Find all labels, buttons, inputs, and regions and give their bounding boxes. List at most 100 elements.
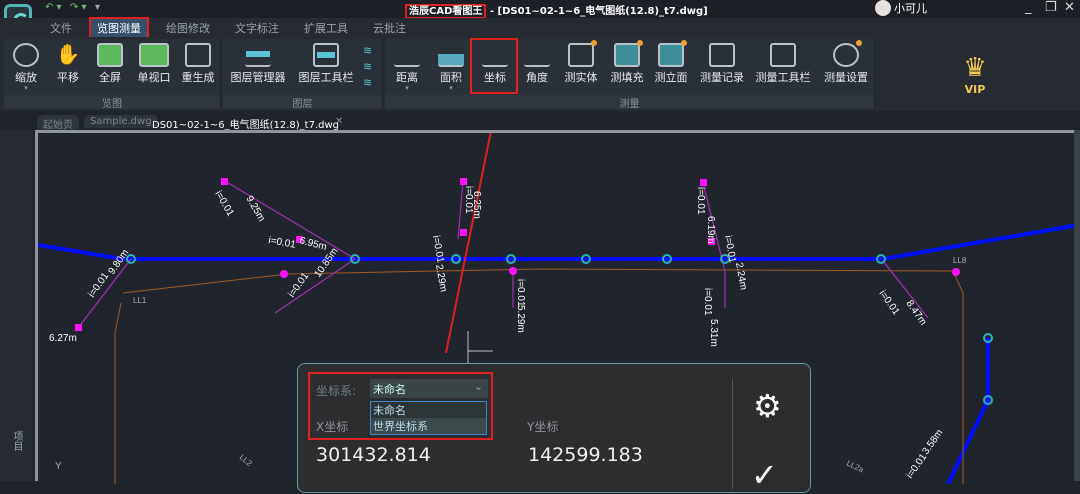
project-tab[interactable]: 项目 — [9, 431, 24, 451]
drawing-label: i=0.01 — [515, 279, 526, 307]
customize-icon[interactable]: ▾ — [95, 2, 100, 13]
drawing-label: LL8 — [953, 256, 967, 265]
layer-toolbar-button[interactable]: 图层工具栏 — [293, 41, 359, 85]
coordinate-system-select[interactable]: 未命名 ⌄ — [370, 379, 488, 398]
measure-toolbar-button[interactable]: 测量工具栏 — [753, 41, 813, 85]
menu-draw-modify[interactable]: 绘图修改 — [160, 19, 216, 37]
gear-icon — [833, 40, 862, 67]
menu-ext-tools[interactable]: 扩展工具 — [298, 19, 354, 37]
single-viewport-button[interactable]: 单视口 — [132, 41, 176, 85]
measure-hatch-button[interactable]: 测填充 — [605, 40, 649, 85]
regen-button[interactable]: 重生成 — [176, 41, 220, 85]
layer-manager-button[interactable]: 图层管理器 — [225, 41, 291, 85]
highlight-box — [470, 38, 518, 94]
coordinate-system-label: 坐标系: — [316, 384, 357, 398]
hand-icon: ✋ — [55, 42, 81, 66]
avatar — [875, 0, 891, 16]
hatch-icon — [614, 40, 643, 67]
option-world-ucs[interactable]: 世界坐标系 — [371, 418, 486, 434]
vip-label: VIP — [964, 83, 986, 96]
menu-cloud-annotate[interactable]: 云批注 — [367, 19, 412, 37]
close-tab-icon[interactable]: ✕ — [335, 116, 343, 127]
entity-icon — [568, 40, 597, 67]
area-button[interactable]: 面积 ▾ — [429, 41, 473, 92]
vip-badge[interactable]: ♛ VIP — [955, 53, 995, 96]
zoom-button[interactable]: 缩放 ▾ — [4, 41, 48, 92]
drawing-label: LL2a — [845, 459, 865, 475]
restore-button[interactable]: ❐ — [1045, 0, 1057, 15]
undo-icon[interactable]: ↶ ▾ — [45, 2, 62, 13]
distance-button[interactable]: 距离 ▾ — [385, 41, 429, 92]
group-measure: 距离 ▾ 面积 ▾ 坐标 角度 测实体 测填充 测立面 测量记录 测量工具栏 测量设… — [385, 39, 875, 110]
drawing-label: 6.19m — [705, 216, 716, 244]
crown-icon: ♛ — [963, 53, 987, 83]
toolbar-icon — [770, 43, 796, 67]
close-button[interactable]: ✕ — [1064, 0, 1075, 15]
ribbon: 缩放 ▾ ✋ 平移 全屏 单视口 重生成 览图 图层管理器 图层工具栏 ≋ ≋ ≋ 图层… — [0, 37, 1080, 111]
title-bar: ↶ ▾ ↷ ▾ ▾ 浩辰CAD看图王 - [DS01~02-1~6_电气图纸(1… — [0, 0, 1080, 19]
drawing-label: Y — [55, 461, 62, 472]
measure-elevation-button[interactable]: 测立面 — [649, 40, 693, 85]
zoom-icon — [13, 43, 39, 67]
drawing-label: i=0.01 — [86, 271, 111, 300]
drawing-label: 6.95m — [298, 235, 328, 253]
divider — [732, 379, 733, 489]
coordinate-panel: 坐标系: 未命名 ⌄ 未命名 世界坐标系 X坐标 Y坐标 301432.814 1… — [297, 363, 811, 494]
drawing-label: 6.25m — [471, 191, 482, 219]
measure-settings-button[interactable]: 测量设置 — [819, 40, 873, 85]
angle-button[interactable]: 角度 — [515, 41, 559, 85]
angle-icon — [524, 43, 550, 67]
vertical-scrollbar[interactable] — [1074, 130, 1080, 481]
chevron-down-icon: ⌄ — [473, 380, 483, 393]
layer-toolbar-icon — [313, 43, 339, 67]
drawing-label: 10.85m — [312, 246, 340, 280]
drawing-label: i=0.01 — [702, 288, 713, 316]
fullscreen-icon — [97, 43, 123, 67]
boundary-line — [114, 302, 122, 484]
user-account[interactable]: 小可儿 — [875, 0, 927, 16]
fullscreen-button[interactable]: 全屏 — [88, 41, 132, 85]
coordinate-system-options: 未命名 世界坐标系 — [370, 401, 487, 435]
confirm-check-icon[interactable]: ✓ — [751, 456, 778, 494]
drawing-label: i=0.01 — [212, 189, 236, 219]
menu-bar: 文件 览图测量 绘图修改 文字标注 扩展工具 云批注 — [0, 17, 1080, 39]
y-label: Y坐标 — [527, 420, 559, 434]
group-view: 缩放 ▾ ✋ 平移 全屏 单视口 重生成 览图 — [4, 39, 221, 110]
drawing-label: 3.58m — [920, 428, 945, 457]
option-unnamed[interactable]: 未命名 — [371, 402, 486, 418]
pan-button[interactable]: ✋ 平移 — [46, 41, 90, 85]
drawing-label: i=0.01 — [695, 187, 706, 215]
drawing-label: LL2 — [238, 453, 254, 469]
settings-gear-icon[interactable]: ⚙ — [753, 390, 782, 422]
drawing-label: 2.29m — [433, 264, 449, 293]
drawing-label: i=0.01 — [877, 288, 902, 317]
minimize-button[interactable]: _ — [1025, 0, 1032, 15]
measure-entity-button[interactable]: 测实体 — [559, 40, 603, 85]
drawing-label: LL1 — [133, 296, 147, 305]
group-label: 测量 — [385, 95, 874, 110]
viewport-icon — [139, 43, 169, 67]
y-value: 142599.183 — [528, 444, 643, 466]
document-tabs: 起始页 Sample.dwg DS01~02-1~6_电气图纸(12.8)_t7… — [0, 111, 1080, 132]
menu-file[interactable]: 文件 — [44, 19, 78, 37]
drawing-label: 5.29m — [515, 305, 526, 333]
drawing-label: i=0.01 — [267, 235, 296, 251]
record-list-icon — [709, 43, 735, 67]
drawing-label: i=0.01 — [904, 452, 929, 481]
drawing-label: 2.24m — [733, 262, 749, 291]
window-title: 浩辰CAD看图王 - [DS01~02-1~6_电气图纸(12.8)_t7.dw… — [405, 2, 708, 19]
regen-icon — [185, 43, 211, 67]
menu-view-measure[interactable]: 览图测量 — [89, 17, 149, 39]
measure-record-button[interactable]: 测量记录 — [695, 41, 749, 85]
group-layer: 图层管理器 图层工具栏 ≋ ≋ ≋ 图层 — [223, 39, 383, 110]
menu-text-annotate[interactable]: 文字标注 — [229, 19, 285, 37]
user-name: 小可儿 — [894, 2, 927, 15]
side-panel-strip: 项目 — [0, 111, 33, 481]
redo-icon[interactable]: ↷ ▾ — [70, 2, 87, 13]
drawing-label: 6.27m — [49, 333, 77, 344]
layer-small-icons[interactable]: ≋ ≋ ≋ — [363, 43, 372, 91]
group-label: 图层 — [223, 95, 382, 110]
layers-icon — [245, 43, 271, 67]
drawing-label: 5.31m — [708, 319, 719, 347]
drawing-label: i=0.01 — [286, 271, 311, 300]
